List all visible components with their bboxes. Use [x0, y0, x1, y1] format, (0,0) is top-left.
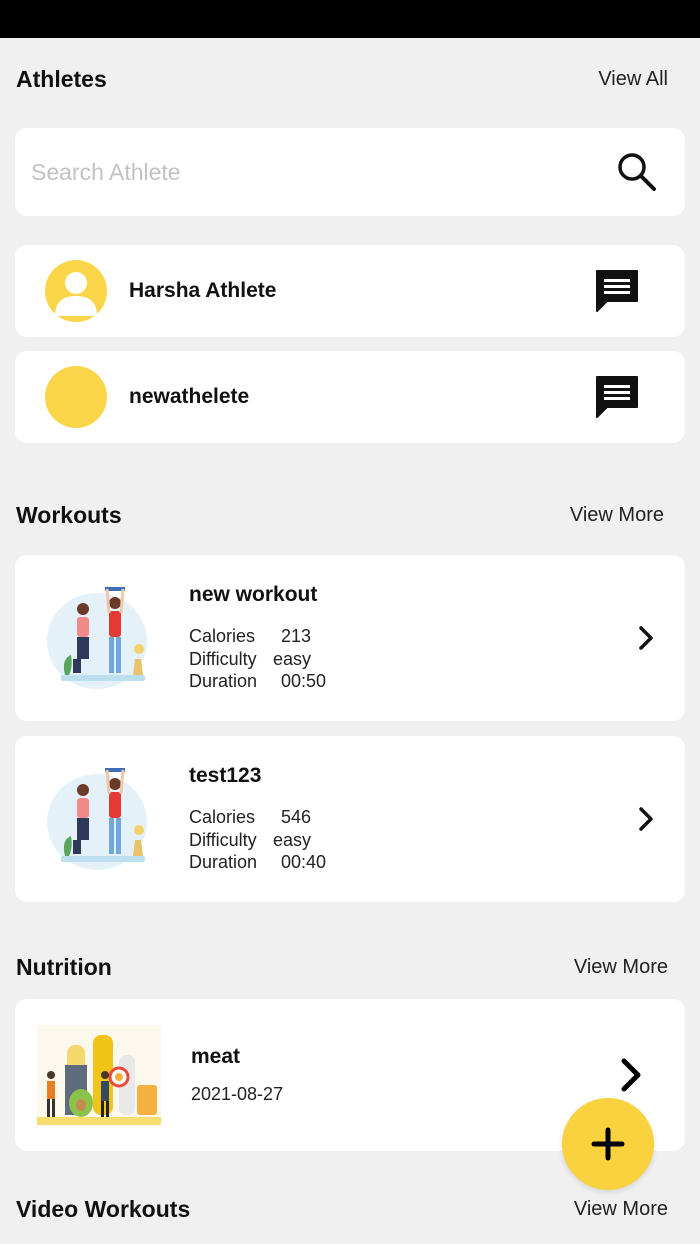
workout-difficulty-row: Difficulty easy: [189, 648, 631, 671]
status-bar: [0, 0, 700, 38]
view-more-nutrition-link[interactable]: View More: [574, 956, 668, 979]
workout-illustration-icon: [47, 587, 147, 689]
workout-info: test123 Calories 546 Difficulty easy Durat…: [189, 764, 631, 874]
athletes-title: Athletes: [16, 66, 107, 92]
duration-label: Duration: [189, 852, 258, 873]
duration-label: Duration: [189, 671, 258, 692]
workout-calories-row: Calories 213: [189, 625, 631, 648]
chevron-right-icon[interactable]: [631, 804, 661, 834]
difficulty-value: easy: [273, 648, 312, 669]
view-more-video-workouts-link[interactable]: View More: [574, 1198, 668, 1221]
duration-value: 00:40: [281, 852, 327, 873]
duration-value: 00:50: [281, 671, 327, 692]
video-workouts-header: Video Workouts View More: [16, 1196, 668, 1223]
athlete-name: Harsha Athlete: [129, 279, 277, 302]
calories-value: 213: [281, 626, 312, 647]
workout-card[interactable]: test123 Calories 546 Difficulty easy Durat…: [15, 736, 685, 902]
workout-title: test123: [189, 764, 262, 788]
athlete-row[interactable]: newathelete: [15, 351, 685, 443]
nutrition-title: Nutrition: [16, 954, 112, 980]
difficulty-label: Difficulty: [189, 829, 257, 850]
calories-value: 546: [281, 807, 312, 828]
view-all-athletes-link[interactable]: View All: [598, 68, 668, 91]
workout-duration-row: Duration 00:50: [189, 670, 631, 693]
workout-info: new workout Calories 213 Difficulty easy D…: [189, 583, 631, 693]
workout-difficulty-row: Difficulty easy: [189, 829, 631, 852]
calories-label: Calories: [189, 807, 256, 828]
workouts-title: Workouts: [16, 502, 122, 528]
difficulty-label: Difficulty: [189, 648, 257, 669]
avatar: [45, 260, 107, 322]
search-athlete-input[interactable]: [31, 158, 571, 186]
nutrition-info: meat 2021-08-27: [191, 1045, 613, 1106]
athlete-name: newathelete: [129, 385, 250, 408]
workout-card[interactable]: new workout Calories 213 Difficulty easy D…: [15, 555, 685, 721]
video-workouts-title: Video Workouts: [16, 1196, 191, 1222]
message-icon[interactable]: [593, 267, 641, 315]
workout-title: new workout: [189, 583, 318, 607]
plus-icon: [591, 1127, 625, 1161]
athlete-row[interactable]: Harsha Athlete: [15, 245, 685, 337]
search-icon[interactable]: [615, 150, 659, 194]
difficulty-value: easy: [273, 829, 312, 850]
nutrition-header: Nutrition View More: [16, 954, 668, 981]
workouts-header: Workouts View More: [16, 502, 664, 529]
nutrition-title-text: meat: [191, 1044, 241, 1068]
workout-calories-row: Calories 546: [189, 806, 631, 829]
nutrition-date: 2021-08-27: [191, 1083, 284, 1104]
user-avatar-icon: [55, 272, 97, 316]
chevron-right-icon[interactable]: [613, 1055, 647, 1095]
calories-label: Calories: [189, 626, 256, 647]
workout-duration-row: Duration 00:40: [189, 851, 631, 874]
view-more-workouts-link[interactable]: View More: [570, 504, 664, 527]
athletes-header: Athletes View All: [16, 66, 668, 93]
avatar: [45, 366, 107, 428]
workout-illustration-icon: [47, 768, 147, 870]
nutrition-illustration-icon: [37, 1025, 161, 1125]
message-icon[interactable]: [593, 373, 641, 421]
chevron-right-icon[interactable]: [631, 623, 661, 653]
add-button[interactable]: [562, 1098, 654, 1190]
search-bar: [15, 128, 685, 216]
